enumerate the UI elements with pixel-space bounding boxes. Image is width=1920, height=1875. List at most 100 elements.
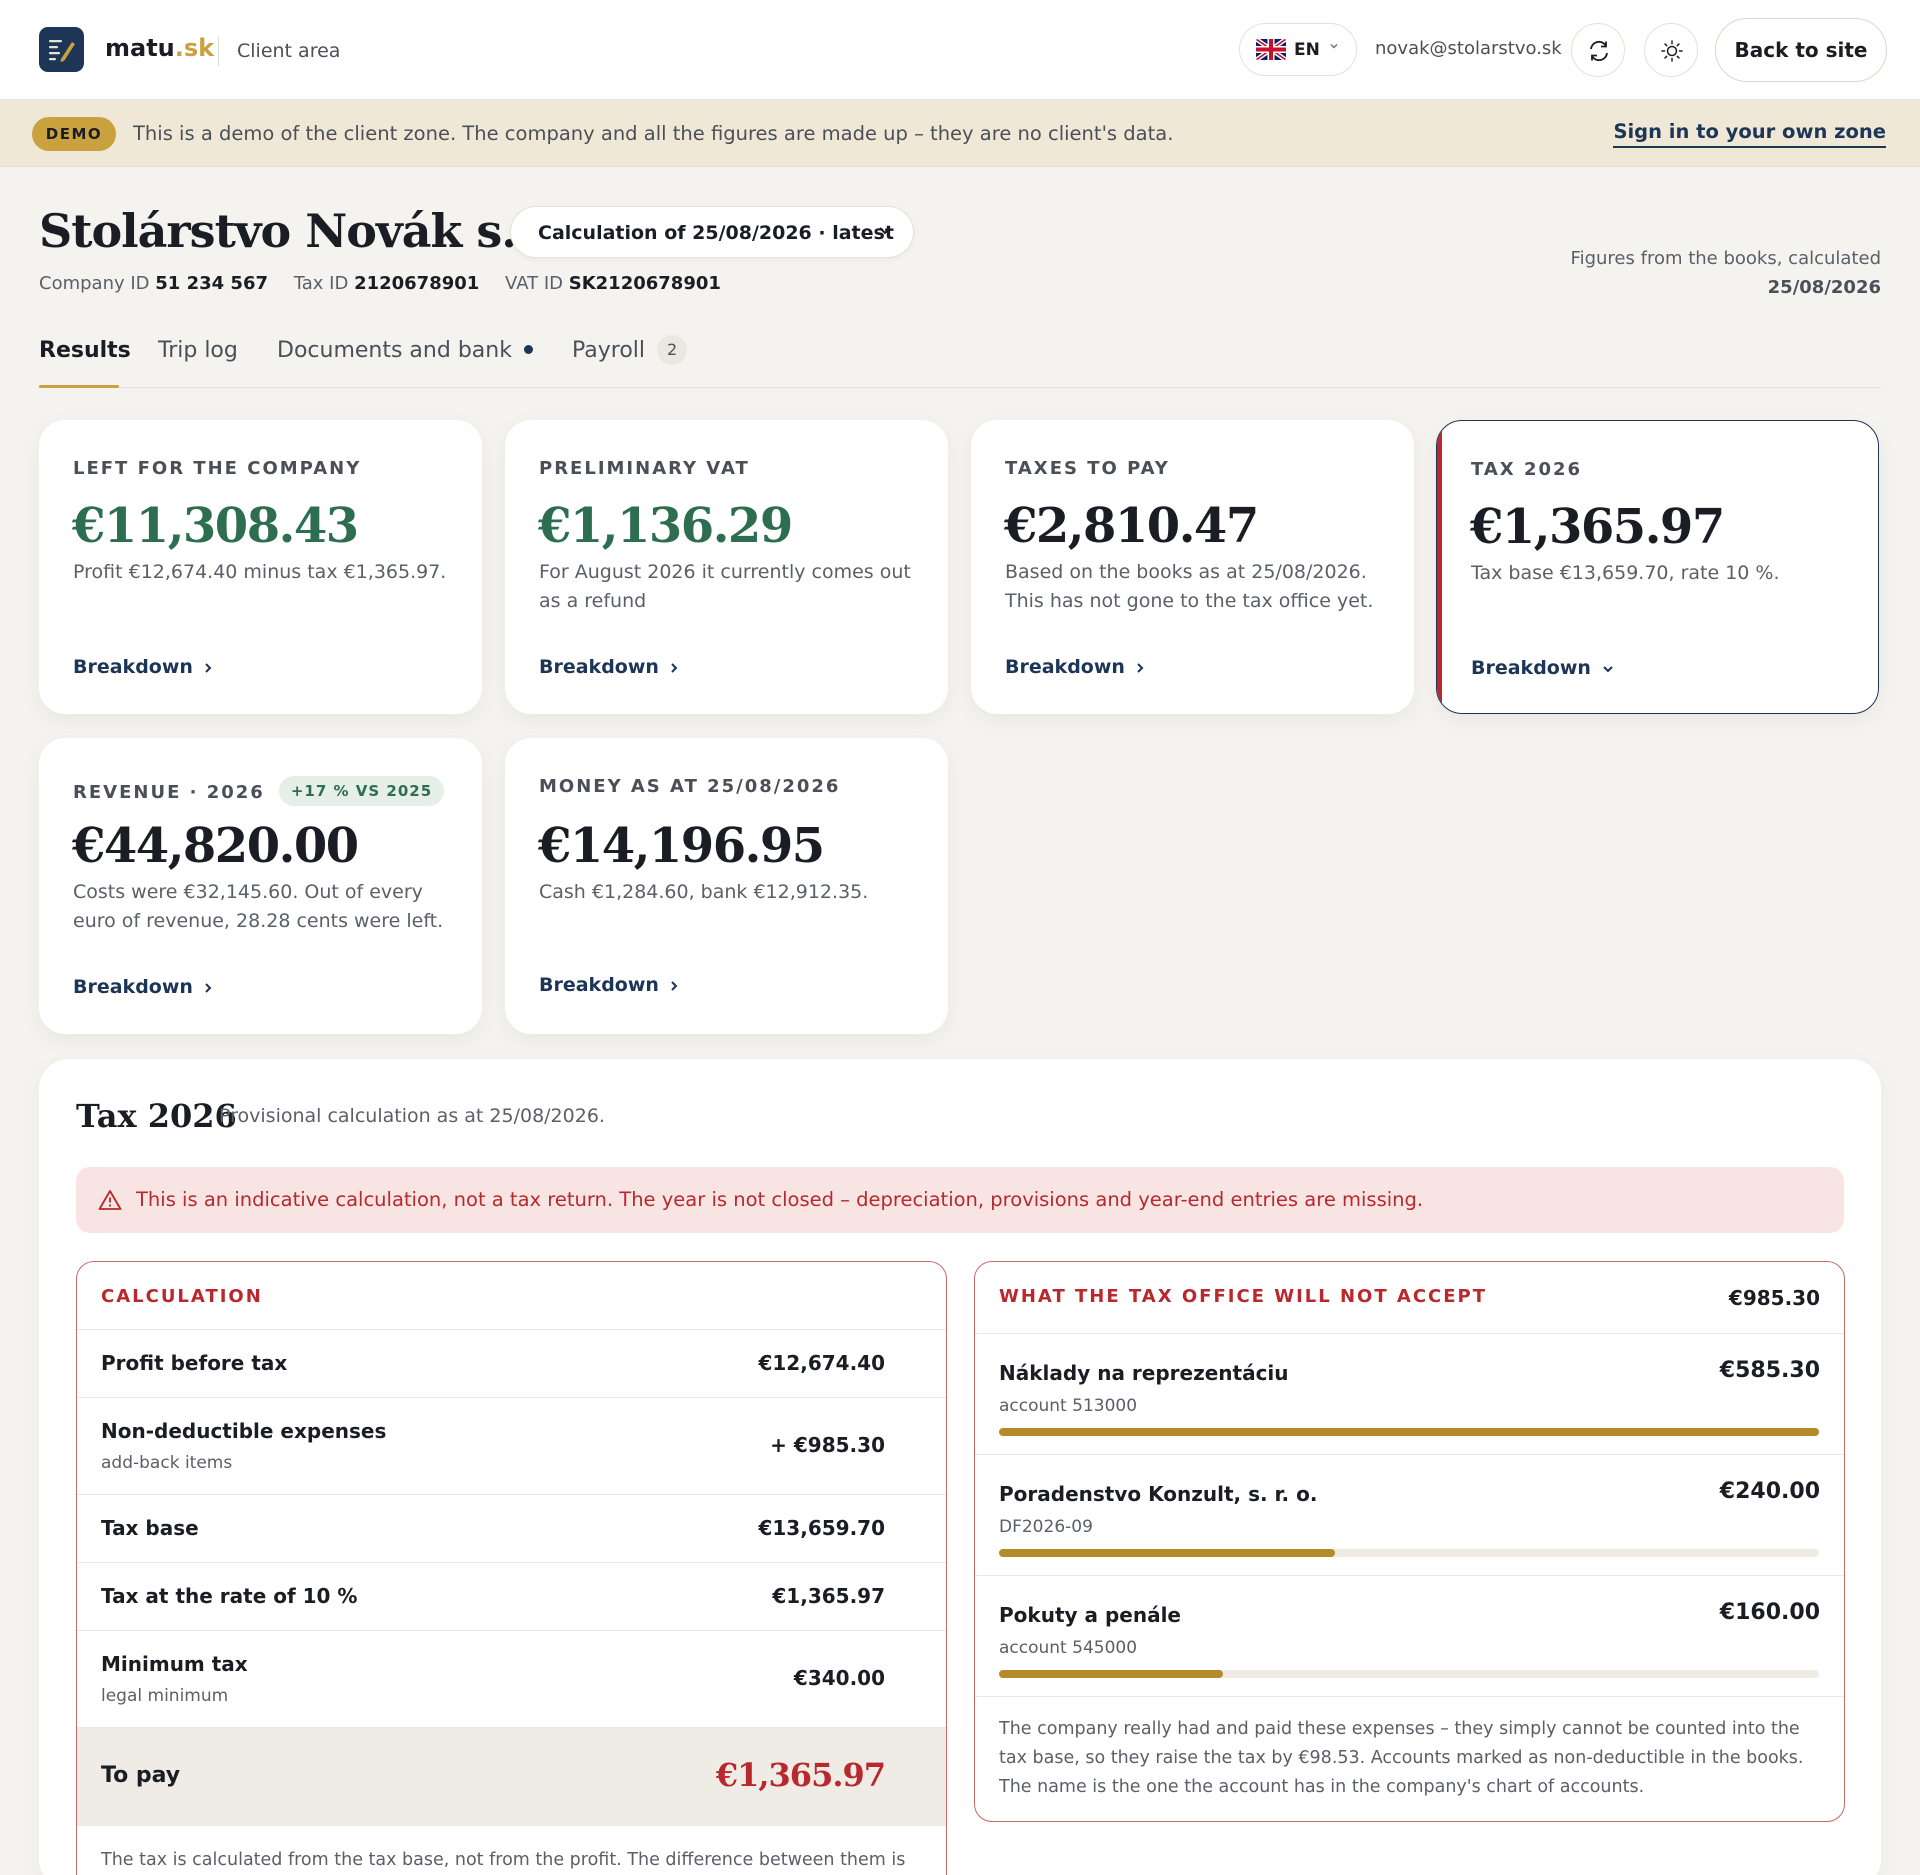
item-sub: DF2026-09 xyxy=(999,1517,1093,1537)
tab-trip-log[interactable]: Trip log xyxy=(158,338,238,363)
tax-detail-panel: Tax 2026 Provisional calculation as at 2… xyxy=(39,1059,1881,1875)
row-name: Tax at the rate of 10 % xyxy=(101,1584,358,1608)
language-code: EN xyxy=(1294,40,1320,60)
card-revenue[interactable]: Revenue · 2026 +17 % vs 2025 €44,820.00 C… xyxy=(39,738,482,1034)
non-deductible-box: What the tax office will not accept €985… xyxy=(974,1261,1845,1822)
refresh-button[interactable] xyxy=(1571,23,1625,77)
tab-documents-and-bank[interactable]: Documents and bank xyxy=(277,338,533,363)
card-tax-2026[interactable]: Tax 2026 €1,365.97 Tax base €13,659.70, … xyxy=(1436,420,1879,714)
card-label: Money as at 25/08/2026 xyxy=(539,776,841,797)
active-tab-indicator xyxy=(39,385,119,388)
tab-payroll[interactable]: Payroll 2 xyxy=(572,335,688,365)
calculation-select[interactable]: Calculation of 25/08/2026 · latest xyxy=(510,206,914,258)
brand-name[interactable]: matu.sk xyxy=(105,34,214,62)
share-bar xyxy=(999,1670,1819,1678)
card-left-for-company[interactable]: Left for the company €11,308.43 Profit €… xyxy=(39,420,482,714)
row-sub: legal minimum xyxy=(101,1686,229,1706)
breakdown-link[interactable]: Breakdown xyxy=(539,974,679,996)
language-selector[interactable]: EN xyxy=(1239,23,1357,76)
refresh-icon xyxy=(1590,40,1608,62)
calc-row-to-pay: To pay €1,365.97 xyxy=(77,1728,946,1826)
share-bar-fill xyxy=(999,1428,1819,1436)
card-label: Tax 2026 xyxy=(1471,459,1583,480)
item-sub: account 513000 xyxy=(999,1396,1138,1416)
sun-icon xyxy=(1661,40,1683,62)
tab-bar: Results Trip log Documents and bank Payr… xyxy=(39,330,1881,388)
non-deductible-item: Poradenstvo Konzult, s. r. o. DF2026-09 … xyxy=(975,1455,1844,1576)
item-name: Pokuty a penále xyxy=(999,1603,1181,1627)
chevron-down-icon xyxy=(1603,666,1613,673)
non-deductible-header: What the tax office will not accept €985… xyxy=(975,1262,1844,1334)
card-taxes-to-pay[interactable]: Taxes to pay €2,810.47 Based on the book… xyxy=(971,420,1414,714)
back-to-site-button[interactable]: Back to site xyxy=(1715,18,1887,82)
sign-in-link[interactable]: Sign in to your own zone xyxy=(1613,120,1886,148)
row-name: Minimum tax xyxy=(101,1652,248,1676)
calculation-label: Calculation xyxy=(101,1286,263,1307)
share-bar-fill xyxy=(999,1670,1223,1678)
calculation-header: Calculation xyxy=(77,1262,946,1330)
card-value: €14,196.95 xyxy=(538,818,825,874)
demo-banner: DEMO This is a demo of the client zone. … xyxy=(0,100,1920,167)
card-money[interactable]: Money as at 25/08/2026 €14,196.95 Cash €… xyxy=(505,738,948,1034)
row-value: €1,365.97 xyxy=(772,1584,885,1608)
item-value: €585.30 xyxy=(1719,1358,1820,1383)
card-description: Tax base €13,659.70, rate 10 %. xyxy=(1471,562,1780,584)
warning-banner: This is an indicative calculation, not a… xyxy=(76,1167,1844,1233)
card-value: €1,136.29 xyxy=(538,498,793,554)
card-description: Cash €1,284.60, bank €12,912.35. xyxy=(539,881,869,903)
calc-row-profit: Profit before tax €12,674.40 xyxy=(77,1330,946,1398)
row-sub: add-back items xyxy=(101,1453,233,1473)
row-name: To pay xyxy=(101,1763,181,1788)
breakdown-link[interactable]: Breakdown xyxy=(73,656,213,678)
row-name: Profit before tax xyxy=(101,1351,288,1375)
calc-row-minimum-tax: Minimum tax legal minimum €340.00 xyxy=(77,1631,946,1728)
tax-panel-title: Tax 2026 xyxy=(76,1097,237,1135)
item-name: Náklady na reprezentáciu xyxy=(999,1361,1289,1385)
warning-text: This is an indicative calculation, not a… xyxy=(136,1188,1424,1211)
tax-panel-subtitle: Provisional calculation as at 25/08/2026… xyxy=(219,1105,605,1127)
tab-results[interactable]: Results xyxy=(39,338,131,363)
calculation-box: Calculation Profit before tax €12,674.40… xyxy=(76,1261,947,1875)
company-identifiers: Company ID 51 234 567 Tax ID 2120678901 … xyxy=(39,273,721,294)
card-value: €2,810.47 xyxy=(1004,498,1259,554)
card-label: Revenue · 2026 +17 % vs 2025 xyxy=(73,776,445,806)
theme-toggle-button[interactable] xyxy=(1644,23,1698,77)
top-bar: matu.sk Client area EN novak@stolarstvo.… xyxy=(0,0,1920,100)
unread-dot xyxy=(523,345,533,354)
share-bar xyxy=(999,1549,1819,1557)
breakdown-link[interactable]: Breakdown xyxy=(73,976,213,998)
growth-badge: +17 % vs 2025 xyxy=(278,776,445,806)
breakdown-link[interactable]: Breakdown xyxy=(1471,657,1615,679)
non-deductible-item: Pokuty a penále account 545000 €160.00 xyxy=(975,1576,1844,1697)
card-preliminary-vat[interactable]: Preliminary VAT €1,136.29 For August 202… xyxy=(505,420,948,714)
user-email: novak@stolarstvo.sk xyxy=(1375,38,1562,59)
non-deductible-total: €985.30 xyxy=(1728,1286,1820,1310)
card-label: Taxes to pay xyxy=(1005,458,1170,479)
item-value: €240.00 xyxy=(1719,1479,1820,1504)
breakdown-link[interactable]: Breakdown xyxy=(539,656,679,678)
card-description: Based on the books as at 25/08/2026. Thi… xyxy=(1005,561,1374,612)
chevron-right-icon xyxy=(671,981,678,991)
non-deductible-label: What the tax office will not accept xyxy=(999,1286,1488,1307)
to-pay-amount: €1,365.97 xyxy=(715,1756,886,1794)
chevron-down-icon xyxy=(1329,40,1339,55)
logo-icon[interactable] xyxy=(39,27,84,72)
chevron-right-icon xyxy=(205,663,212,673)
card-value: €1,365.97 xyxy=(1470,499,1725,555)
uk-flag-icon xyxy=(1256,39,1286,60)
row-value: €12,674.40 xyxy=(758,1351,885,1375)
calculation-footnote: The tax is calculated from the tax base,… xyxy=(101,1850,906,1870)
chevron-down-icon xyxy=(877,222,893,242)
calc-row-non-deductible: Non-deductible expenses add-back items +… xyxy=(77,1398,946,1495)
demo-text: This is a demo of the client zone. The c… xyxy=(133,122,1174,145)
breakdown-link[interactable]: Breakdown xyxy=(1005,656,1145,678)
row-value: €340.00 xyxy=(793,1666,885,1690)
brand-divider xyxy=(218,36,219,66)
chevron-right-icon xyxy=(205,983,212,993)
client-area-label: Client area xyxy=(237,40,341,62)
demo-badge: DEMO xyxy=(32,117,116,151)
warning-icon xyxy=(98,1190,122,1210)
calc-row-tax-base: Tax base €13,659.70 xyxy=(77,1495,946,1563)
non-deductible-item: Náklady na reprezentáciu account 513000 … xyxy=(975,1334,1844,1455)
card-description: For August 2026 it currently comes out a… xyxy=(539,561,911,612)
